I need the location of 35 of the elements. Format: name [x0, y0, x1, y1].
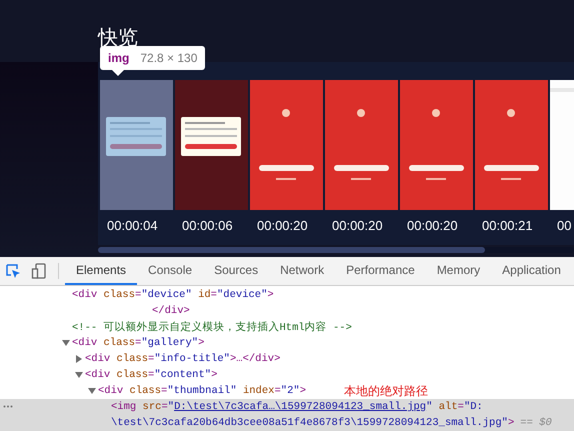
code-line: </div> [152, 305, 190, 317]
timestamp: 00:00:04 [107, 218, 158, 234]
code-line: <div class="gallery"> [72, 337, 204, 349]
timestamp: 00 [557, 218, 572, 234]
file-path-link[interactable]: D:\test\7c3cafa…\1599728094123_small.jpg [174, 401, 426, 413]
more-icon[interactable] [3, 405, 13, 408]
timestamp: 00:00:20 [407, 218, 458, 234]
selected-node-hint: == $0 [520, 417, 552, 429]
devtools-tab[interactable]: Performance [335, 257, 426, 285]
devtools-tab[interactable]: Sources [203, 257, 270, 285]
devtools-tab[interactable]: Console [137, 257, 204, 285]
scrollbar-thumb[interactable] [98, 247, 485, 253]
code-line: \test\7c3cafa20b64db3cee08a51f4e8678f3\1599728094123_small.jpg"> [111, 417, 514, 429]
devtools-tab[interactable]: Application [491, 257, 572, 285]
timestamp: 00:00:20 [257, 218, 308, 234]
expanded-triangle-icon[interactable] [88, 387, 96, 395]
devtools-tab[interactable]: Network [269, 257, 336, 285]
expanded-triangle-icon[interactable] [62, 339, 70, 347]
expanded-triangle-icon[interactable] [75, 371, 83, 379]
timestamp: 00:00:06 [182, 218, 233, 234]
code-comment: <!-- 可以额外显示自定义模块，支持插入Html内容 --> [72, 320, 352, 334]
tooltip-tag: img [108, 50, 130, 66]
code-line: <div class="device" id="device"> [72, 289, 274, 301]
tooltip-size: 72.8 × 130 [140, 50, 198, 66]
devtools-tab[interactable]: Elements [65, 257, 138, 285]
section-title: 快览 [98, 28, 138, 48]
collapsed-triangle-icon[interactable] [75, 355, 83, 363]
code-line: <div class="info-title">…</div> [85, 353, 280, 365]
devtools-tab[interactable]: Memory [426, 257, 492, 285]
code-line: <div class="content"> [85, 369, 218, 381]
annotation-text: 本地的绝对路径 [344, 382, 428, 400]
timestamp: 00:00:21 [482, 218, 533, 234]
code-line: <div class="thumbnail" index="2"> [98, 385, 306, 397]
code-line: <img src="D:\test\7c3cafa…\1599728094123_small.jpg" alt="D: [111, 401, 483, 413]
timestamp: 00:00:20 [332, 218, 383, 234]
